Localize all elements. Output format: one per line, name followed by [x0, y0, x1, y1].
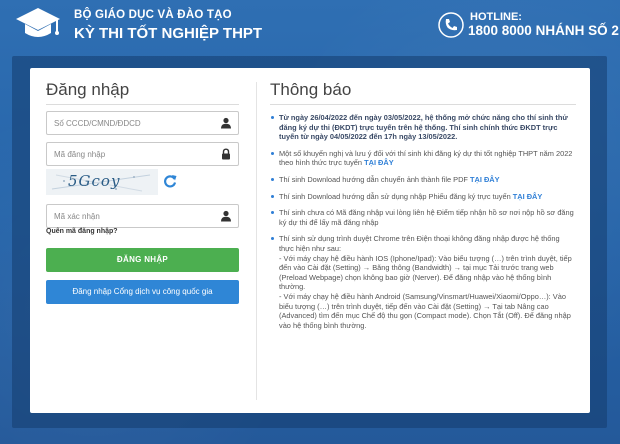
- notice-item: Từ ngày 26/04/2022 đến ngày 03/05/2022, …: [270, 113, 576, 142]
- id-number-input[interactable]: [47, 112, 207, 134]
- id-number-field[interactable]: [46, 111, 239, 135]
- notice-text: Thí sinh chưa có Mã đăng nhập vui lòng l…: [279, 208, 574, 227]
- notice-item: Một số khuyến nghị và lưu ý đối với thí …: [270, 149, 576, 168]
- lock-icon: [222, 148, 230, 160]
- notice-text: Thí sinh Download hướng dẫn chuyển ảnh t…: [279, 174, 470, 184]
- notice-item: Thí sinh sử dụng trình duyệt Chrome trên…: [270, 234, 576, 330]
- notice-item: Thí sinh chưa có Mã đăng nhập vui lòng l…: [270, 208, 576, 227]
- notice-link[interactable]: TẠI ĐÂY: [364, 158, 394, 167]
- notice-text: Thí sinh Download hướng dẫn sử dụng nhập…: [279, 191, 513, 201]
- refresh-icon[interactable]: [163, 174, 177, 188]
- hotline-number[interactable]: 1800 8000 NHÁNH SỐ 2: [468, 23, 619, 38]
- password-input[interactable]: [47, 143, 207, 165]
- notice-item: Thí sinh Download hướng dẫn sử dụng nhập…: [270, 192, 576, 202]
- exam-name: KỲ THI TỐT NGHIỆP THPT: [74, 25, 263, 42]
- login-title: Đăng nhập: [46, 80, 130, 99]
- phone-icon: [438, 12, 464, 38]
- user-icon: [221, 117, 231, 129]
- notice-text: Thí sinh sử dụng trình duyệt Chrome trên…: [279, 234, 560, 253]
- captcha-field[interactable]: [46, 204, 239, 228]
- password-field[interactable]: [46, 142, 239, 166]
- login-button[interactable]: ĐĂNG NHẬP: [46, 248, 239, 272]
- hotline-label: HOTLINE:: [470, 11, 522, 23]
- notice-title-underline: [270, 104, 576, 105]
- site-header: BỘ GIÁO DỤC VÀ ĐÀO TẠO KỲ THI TỐT NGHIỆP…: [0, 0, 620, 56]
- user-icon: [221, 210, 231, 222]
- notice-item: Thí sinh Download hướng dẫn chuyển ảnh t…: [270, 175, 576, 185]
- notice-list: Từ ngày 26/04/2022 đến ngày 03/05/2022, …: [270, 113, 576, 337]
- notice-link[interactable]: TẠI ĐÂY: [513, 192, 543, 201]
- national-portal-login-button[interactable]: Đăng nhập Cổng dịch vụ công quốc gia: [46, 280, 239, 304]
- captcha-image: 5Gcoy: [46, 169, 158, 195]
- notice-title: Thông báo: [270, 80, 352, 99]
- main-panel: Đăng nhập 5Gcoy: [30, 68, 590, 413]
- captcha-text: 5Gcoy: [68, 172, 121, 190]
- notice-text: Một số khuyến nghị và lưu ý đối với thí …: [279, 148, 573, 168]
- notice-link[interactable]: TẠI ĐÂY: [470, 175, 500, 184]
- notice-text: Từ ngày 26/04/2022 đến ngày 03/05/2022, …: [279, 113, 568, 142]
- graduation-cap-icon: [16, 8, 60, 37]
- login-title-underline: [46, 104, 239, 105]
- forgot-password-link[interactable]: Quên mã đăng nhập?: [46, 228, 118, 235]
- notice-subtext-ios: - Với máy chạy hệ điều hành IOS (Iphone/…: [279, 253, 572, 292]
- org-name: BỘ GIÁO DỤC VÀ ĐÀO TẠO: [74, 9, 232, 21]
- captcha-input[interactable]: [47, 205, 207, 227]
- notice-subtext-android: - Với máy chạy hệ điều hành Android (Sam…: [279, 291, 571, 330]
- column-divider: [256, 82, 257, 400]
